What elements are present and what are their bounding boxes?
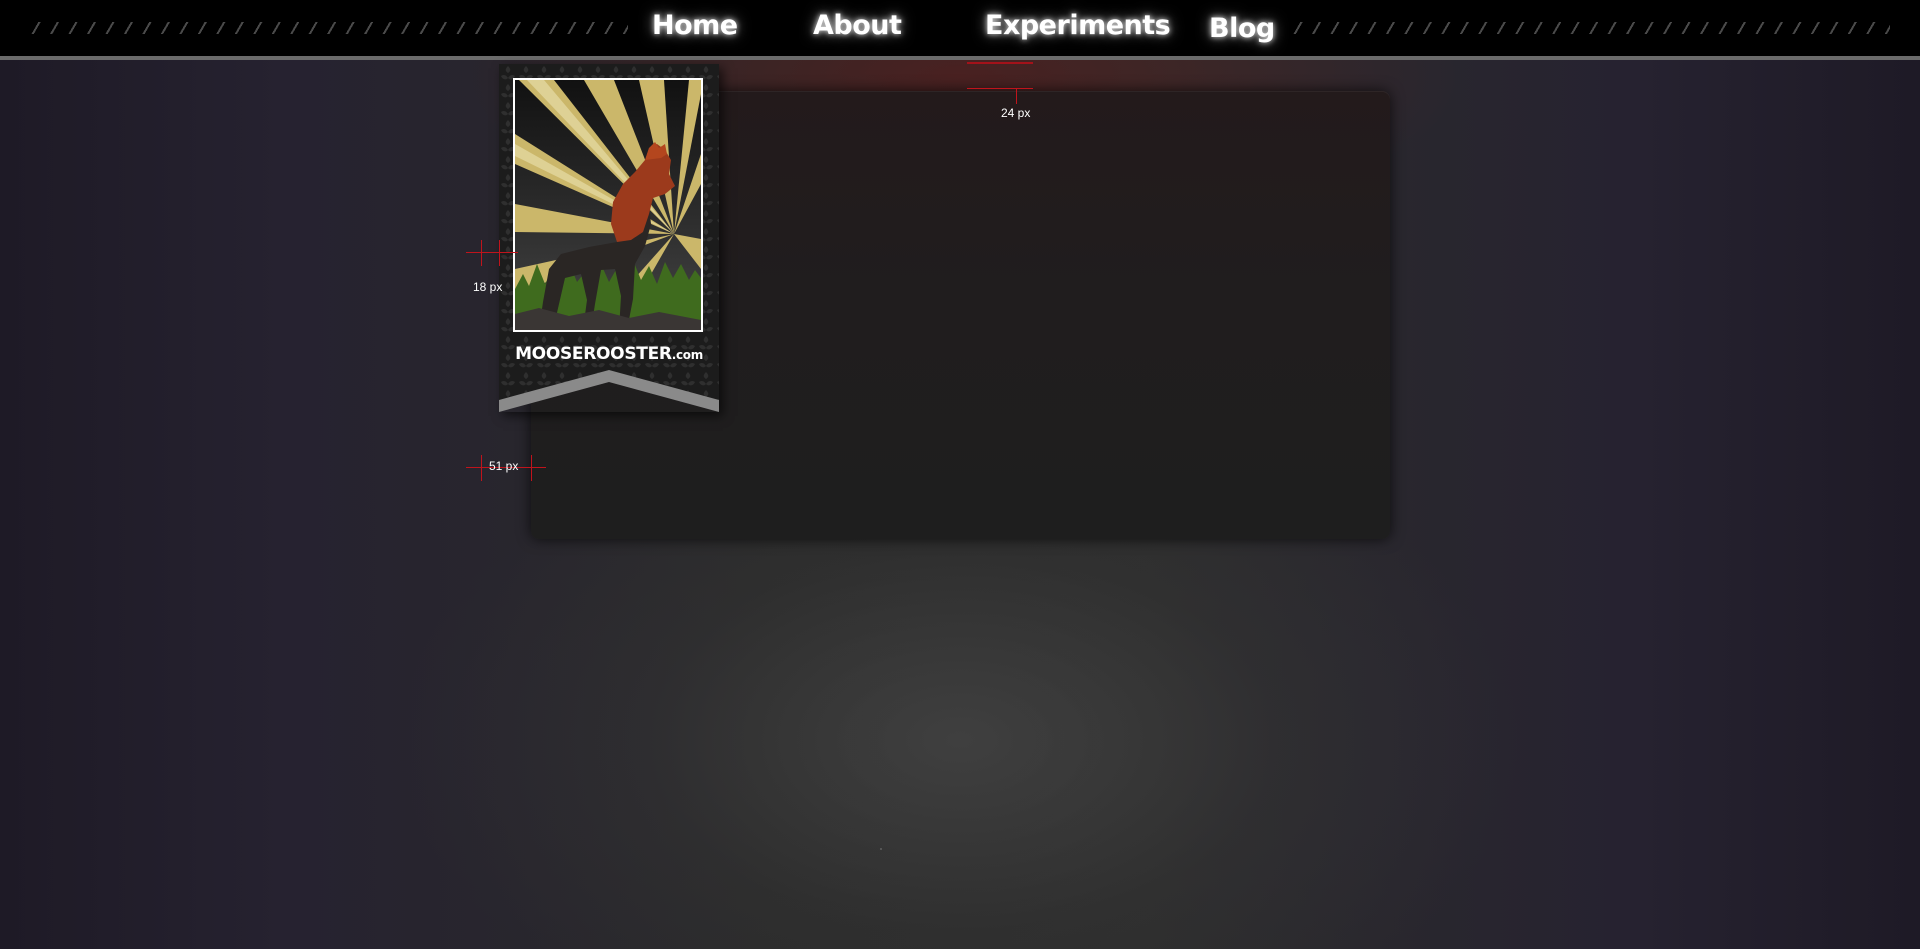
measure-tick-panel-a xyxy=(481,455,482,481)
nav-link-blog[interactable]: Blog xyxy=(1209,13,1275,44)
logo-domain-suffix: .com xyxy=(671,348,704,362)
measure-label-panel-offset: 51 px xyxy=(489,459,519,473)
active-nav-indicator xyxy=(967,62,1033,64)
site-logo-banner[interactable]: MOOSEROOSTER.com xyxy=(499,64,719,412)
nav-decorative-hatching-left xyxy=(28,22,628,34)
logo-brand-text: MOOSEROOSTER xyxy=(515,344,672,364)
top-nav-bar: Home About Experiments Blog xyxy=(0,0,1920,60)
nav-link-home[interactable]: Home xyxy=(652,10,738,41)
logo-wordmark: MOOSEROOSTER.com xyxy=(499,344,719,364)
measure-line-top xyxy=(967,88,1033,89)
measure-tick-left-b xyxy=(499,240,500,266)
nav-link-experiments[interactable]: Experiments xyxy=(985,10,1171,41)
stray-pixel-dot xyxy=(880,848,882,850)
measure-tick-left-a xyxy=(481,240,482,266)
measure-label-left-gap: 18 px xyxy=(473,280,503,294)
nav-decorative-hatching-right xyxy=(1290,22,1890,34)
measure-tick-top xyxy=(1016,88,1017,104)
measure-tick-panel-b xyxy=(531,455,532,481)
measure-label-top-gap: 24 px xyxy=(1001,106,1031,120)
measure-line-left xyxy=(466,252,518,253)
nav-link-about[interactable]: About xyxy=(813,10,902,41)
